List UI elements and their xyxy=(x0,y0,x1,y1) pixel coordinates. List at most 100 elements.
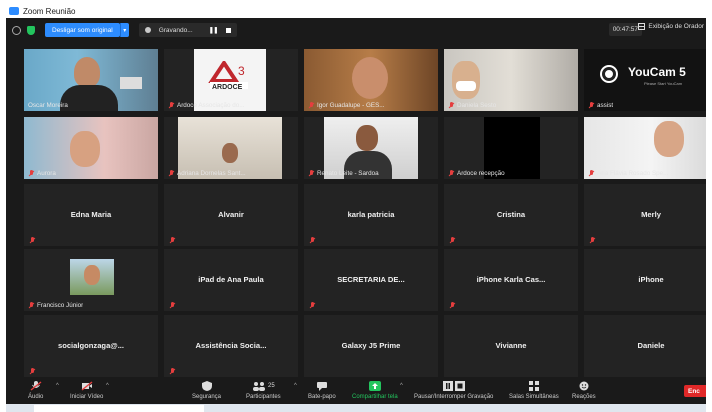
muted-mic-icon xyxy=(308,170,314,177)
breakout-rooms-button[interactable]: Salas Simultâneas xyxy=(509,381,559,400)
video-off-icon xyxy=(81,381,93,391)
pause-icon[interactable]: ❚❚ xyxy=(209,26,219,34)
chevron-down-icon[interactable]: ▾ xyxy=(119,23,129,37)
taskbar-search[interactable] xyxy=(34,405,204,412)
participant-name-text: Adriana Dornelas Sant... xyxy=(177,170,246,177)
chat-button[interactable]: Bate-papo xyxy=(308,381,336,400)
security-button[interactable]: Segurança xyxy=(192,381,221,400)
participant-name-text: Aurora xyxy=(37,170,56,177)
muted-mic-icon xyxy=(168,102,174,109)
participant-tile[interactable]: Ardoce recepção xyxy=(444,117,578,179)
pause-recording-button[interactable]: Pausar/Interromper Gravação xyxy=(414,381,493,400)
muted-mic-icon xyxy=(169,302,175,309)
participant-tile[interactable]: Francisco Júnior xyxy=(24,249,158,311)
participant-tile[interactable]: iPhone xyxy=(584,249,706,311)
participant-tile[interactable]: Edna Maria xyxy=(24,184,158,246)
participants-icon-wrap: 25 xyxy=(252,381,275,391)
face-shape xyxy=(74,57,100,87)
participant-tile[interactable]: Cristina xyxy=(444,184,578,246)
chevron-up-icon[interactable]: ^ xyxy=(294,383,297,389)
security-shield-icon[interactable] xyxy=(27,25,35,35)
share-screen-icon xyxy=(368,381,381,391)
face-shape xyxy=(84,265,100,285)
zoom-window: Zoom Reunião Desligar som original ▾ Gra… xyxy=(6,4,706,412)
muted-mic-icon xyxy=(169,368,175,375)
muted-mic-icon xyxy=(308,102,314,109)
participant-name: iPad de Ana Paula xyxy=(198,275,264,284)
participant-name: Merly xyxy=(641,210,661,219)
meeting-timer: 00:47:57 xyxy=(608,23,642,36)
original-sound-button[interactable]: Desligar som original xyxy=(45,23,120,37)
share-screen-button[interactable]: Compartilhar tela xyxy=(352,381,398,400)
participant-name: Adriana Dornelas Sant... xyxy=(168,170,246,177)
chevron-up-icon[interactable]: ^ xyxy=(106,383,109,389)
participant-tile[interactable]: Aurora xyxy=(24,117,158,179)
participant-tile[interactable]: Merly xyxy=(584,184,706,246)
participant-name: Edna Maria xyxy=(70,210,112,219)
end-meeting-button[interactable]: Enc xyxy=(684,385,706,397)
participant-name: Ardoce recepção xyxy=(448,170,505,177)
participant-tile[interactable]: SECRETARIA DE... xyxy=(304,249,438,311)
svg-text:3: 3 xyxy=(238,64,245,78)
ardoce-logo-icon: 3 ARDOCE xyxy=(208,59,250,91)
face-shape xyxy=(70,131,100,167)
participant-tile[interactable]: karla patricia xyxy=(304,184,438,246)
participant-tile[interactable]: Adriana Dornelas Sant... xyxy=(164,117,298,179)
speaker-view-label: Exibição de Orador xyxy=(648,23,704,30)
participant-tile[interactable]: Daniela Sesto xyxy=(444,49,578,111)
muted-mic-icon xyxy=(448,170,454,177)
participant-tile[interactable]: Daniele xyxy=(584,315,706,377)
participant-tile[interactable]: Oscar Moreira xyxy=(24,49,158,111)
participant-name-text: Igor Guadalupe - GES... xyxy=(317,102,385,109)
participant-name: Cristina xyxy=(496,210,526,219)
chat-icon xyxy=(316,382,327,391)
participant-tile[interactable]: iPhone Karla Cas... xyxy=(444,249,578,311)
participant-tile[interactable]: Assistência Socia... xyxy=(164,315,298,377)
participant-tile[interactable]: YouCam 5 Please Start YouCam assist xyxy=(584,49,706,111)
participant-tile[interactable]: 3 ARDOCE Ardoce Associação do... xyxy=(164,49,298,111)
chevron-up-icon[interactable]: ^ xyxy=(56,383,59,389)
shield-icon xyxy=(201,381,212,391)
participant-tile[interactable]: Igor Guadalupe - GES... xyxy=(304,49,438,111)
reactions-button[interactable]: Reações xyxy=(572,381,596,400)
participants-button[interactable]: 25 Participantes xyxy=(246,381,281,400)
zoom-logo-icon xyxy=(9,7,19,15)
participant-name: SECRETARIA DE... xyxy=(337,275,405,284)
info-icon[interactable] xyxy=(12,25,21,35)
audio-button[interactable]: Áudio xyxy=(28,381,43,400)
start-video-button[interactable]: Iniciar Vídeo xyxy=(70,381,103,400)
participant-name-text: Ardoce Associação do... xyxy=(177,102,245,109)
video-label: Iniciar Vídeo xyxy=(70,394,104,400)
object-shape xyxy=(120,77,142,89)
participant-name: Oscar Moreira xyxy=(28,102,68,109)
mask-shape xyxy=(456,81,476,91)
participants-count: 25 xyxy=(268,383,275,389)
participant-tile[interactable]: Vivianne xyxy=(444,315,578,377)
pause-stop-icon xyxy=(442,381,465,391)
chevron-up-icon[interactable]: ^ xyxy=(400,383,403,389)
participant-name-text: Renato Leite - Sardoa xyxy=(317,170,379,177)
participant-tile[interactable]: Galaxy J5 Prime xyxy=(304,315,438,377)
muted-mic-icon xyxy=(30,381,42,391)
chat-label: Bate-papo xyxy=(308,394,336,400)
os-taskbar xyxy=(6,404,706,412)
participants-icon xyxy=(253,382,265,391)
participant-tile[interactable]: Alvanir xyxy=(164,184,298,246)
recording-label: Gravando... xyxy=(158,26,193,34)
participant-tile[interactable]: Ana Flávia Rosado Spe... xyxy=(584,117,706,179)
face-shape xyxy=(222,143,238,163)
participant-name: Assistência Socia... xyxy=(195,341,267,350)
participant-name: Daniela Sesto xyxy=(448,102,496,109)
view-icon xyxy=(638,23,646,30)
youcam-logo-icon xyxy=(602,67,616,81)
participant-tile[interactable]: Renato Leite - Sardoa xyxy=(304,117,438,179)
svg-text:ARDOCE: ARDOCE xyxy=(212,84,243,91)
muted-mic-icon xyxy=(588,102,594,109)
participant-tile[interactable]: socialgonzaga@... xyxy=(24,315,158,377)
speaker-view-button[interactable]: Exibição de Orador xyxy=(638,23,704,30)
participant-tile[interactable]: iPad de Ana Paula xyxy=(164,249,298,311)
participant-name: karla patricia xyxy=(347,210,395,219)
muted-mic-icon xyxy=(309,237,315,244)
stop-icon[interactable] xyxy=(225,27,231,33)
participant-name: Vivianne xyxy=(495,341,527,350)
